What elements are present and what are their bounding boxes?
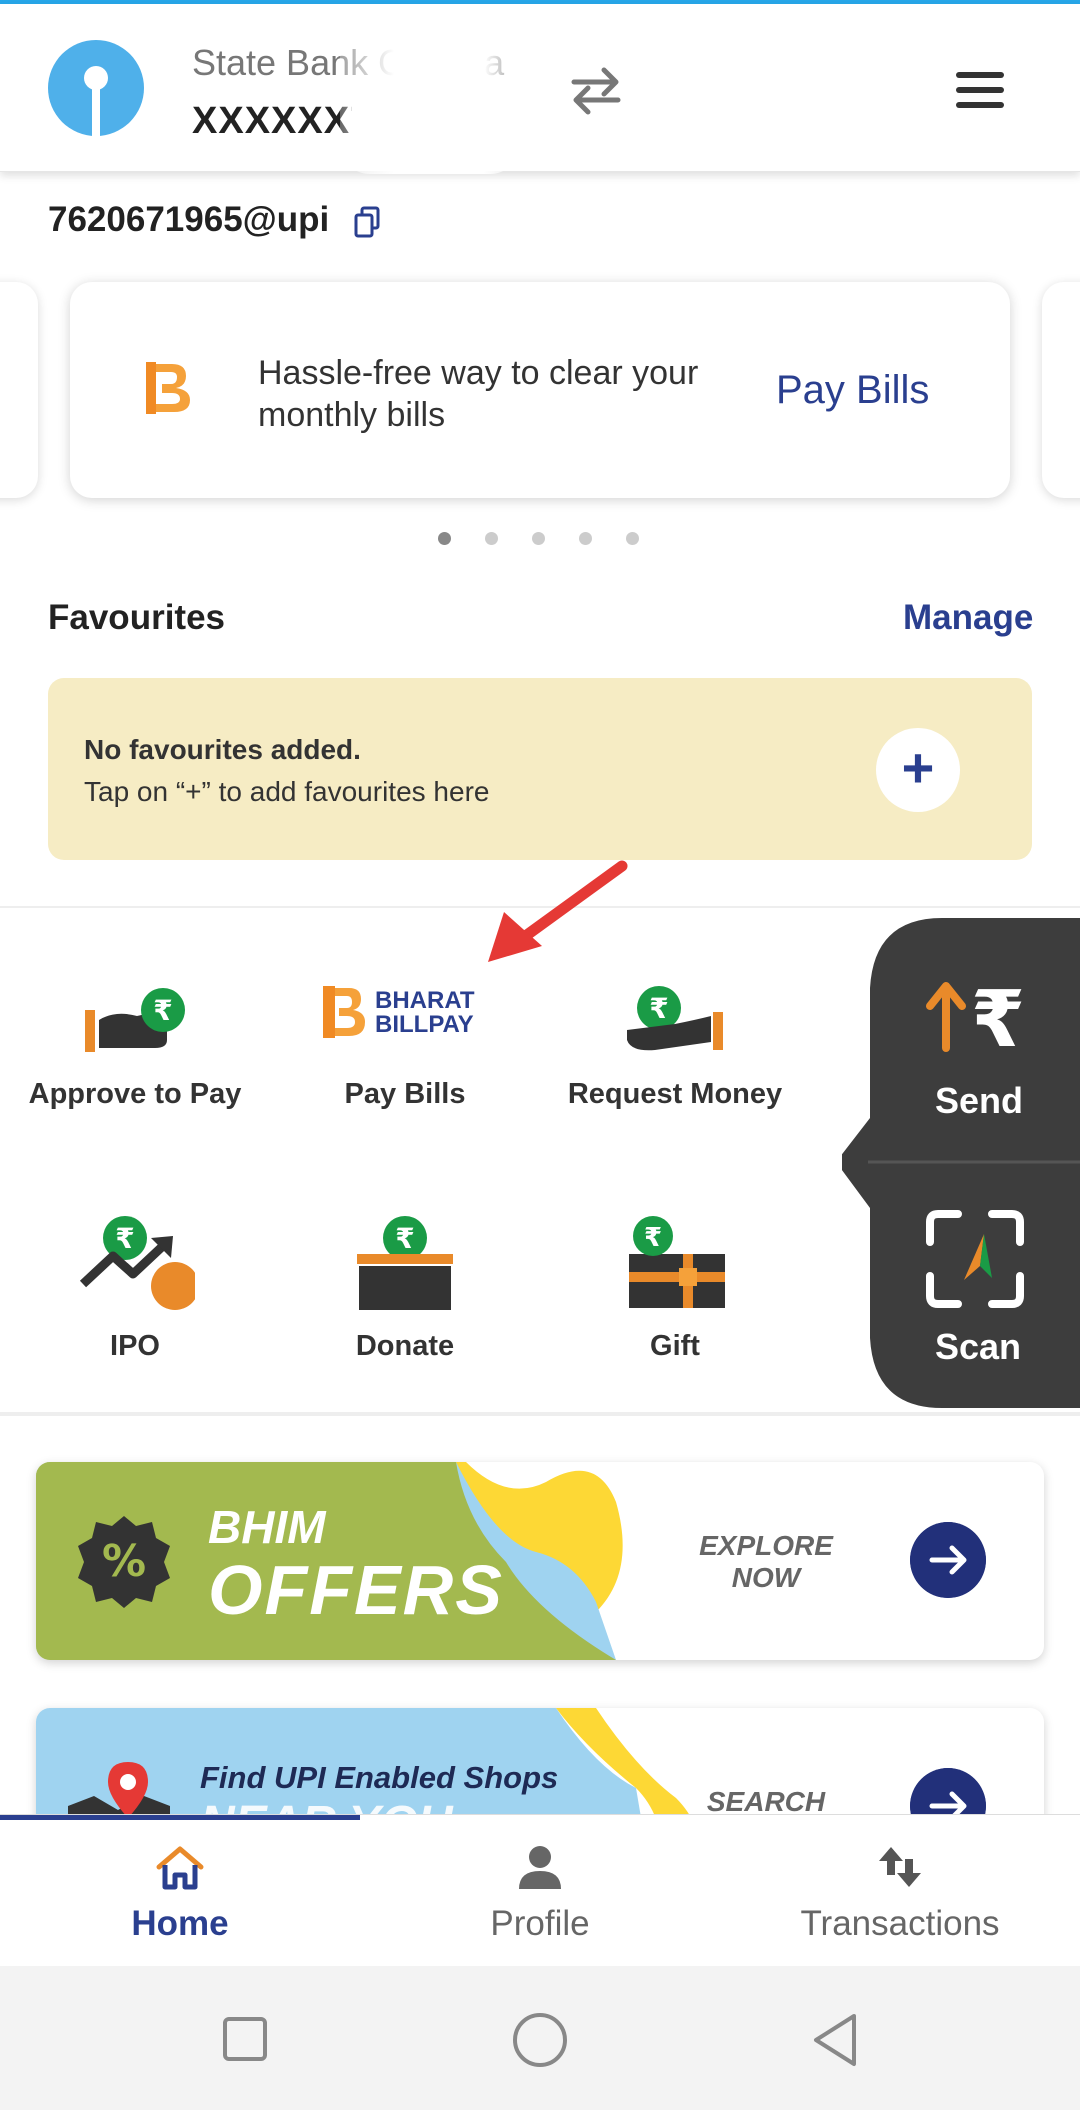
carousel-text: Hassle-free way to clear your monthly bi… [258, 354, 699, 434]
approve-to-pay-icon: ₹ [85, 988, 185, 1052]
pay-bills-link[interactable]: Pay Bills [776, 368, 929, 413]
switch-account-icon[interactable] [566, 62, 626, 118]
find-shops-text: Find UPI Enabled Shops [200, 1760, 559, 1795]
svg-text:₹: ₹ [395, 1222, 414, 1255]
copy-icon[interactable] [354, 206, 380, 238]
gift-icon: ₹ [629, 1216, 725, 1308]
profile-icon [519, 1846, 561, 1889]
account-overlay [340, 34, 520, 174]
approve-to-pay-label: Approve to Pay [28, 1078, 242, 1110]
carousel-dot[interactable] [485, 532, 498, 545]
carousel-card-prev[interactable] [0, 282, 38, 498]
svg-text:₹: ₹ [649, 992, 668, 1025]
carousel-card-next[interactable] [1042, 282, 1080, 498]
upi-id: 7620671965@upi [48, 200, 330, 239]
transactions-icon [879, 1847, 921, 1887]
send-rupee-icon[interactable]: ₹ [918, 976, 1028, 1056]
section-divider [0, 1412, 1080, 1416]
banner-bhim-text: BHIM [208, 1501, 326, 1553]
svg-text:₹: ₹ [644, 1223, 662, 1253]
nav-home-label: Home [131, 1904, 229, 1943]
bharat-billpay-b-icon [146, 362, 190, 414]
carousel-dot[interactable] [626, 532, 639, 545]
ipo-button[interactable]: ₹ IPO [0, 1216, 270, 1363]
carousel-card-pay-bills[interactable]: Hassle-free way to clear your monthly bi… [70, 282, 1010, 498]
bottom-navigation: Home Profile Transactions [0, 1814, 1080, 1966]
system-navigation-bar [0, 1966, 1080, 2110]
arrow-right-icon[interactable] [910, 1522, 986, 1598]
nav-profile[interactable]: Profile [360, 1815, 720, 1967]
favourites-title: Favourites [48, 598, 225, 637]
carousel-dot[interactable] [532, 532, 545, 545]
carousel-dot[interactable] [579, 532, 592, 545]
nav-profile-label: Profile [490, 1904, 590, 1943]
favourites-empty-box: No favourites added. Tap on “+” to add f… [48, 678, 1032, 860]
ipo-icon: ₹ [79, 1216, 199, 1310]
banner-offers-text: OFFERS [208, 1551, 504, 1629]
gift-label: Gift [650, 1330, 700, 1362]
scan-button[interactable]: Scan [935, 1326, 1021, 1368]
favourites-empty-hint: Tap on “+” to add favourites here [84, 776, 490, 807]
nav-transactions[interactable]: Transactions [720, 1815, 1080, 1967]
red-pointer-arrow-icon [488, 860, 628, 962]
account-number[interactable]: XXXXXX7 [192, 100, 352, 143]
donate-icon: ₹ [357, 1216, 453, 1310]
gift-button[interactable]: ₹ Gift [540, 1216, 810, 1363]
bharat-billpay-icon: BHARAT BILLPAY [323, 986, 475, 1038]
add-favourite-button[interactable]: + [876, 728, 960, 812]
explore-now-text: EXPLORE NOW [699, 1530, 833, 1593]
app-screen: State Bank Of India XXXXXX7 7620671965@u… [0, 0, 1080, 2110]
manage-favourites-link[interactable]: Manage [903, 598, 1033, 638]
billpay-line2: BILLPAY [375, 1011, 474, 1038]
sbi-logo [48, 40, 144, 136]
donate-label: Donate [355, 1330, 455, 1362]
svg-text:%: % [102, 1536, 146, 1587]
carousel-dots [438, 532, 639, 546]
billpay-line1: BHARAT [375, 987, 475, 1014]
bhim-offers-banner[interactable]: % BHIM OFFERS EXPLORE NOW [36, 1462, 1044, 1660]
pay-bills-button[interactable]: BHARAT BILLPAY Pay Bills [270, 980, 540, 1111]
donate-button[interactable]: ₹ Donate [270, 1216, 540, 1363]
pay-bills-label: Pay Bills [344, 1078, 466, 1110]
app-header: State Bank Of India XXXXXX7 [0, 4, 1080, 174]
ipo-label: IPO [110, 1330, 160, 1362]
home-circle-icon[interactable] [512, 2012, 568, 2068]
scan-qr-icon[interactable] [924, 1208, 1026, 1310]
nav-transactions-label: Transactions [800, 1904, 1000, 1943]
request-money-label: Request Money [567, 1078, 783, 1110]
discount-badge-icon: % [78, 1516, 170, 1608]
approve-to-pay-button[interactable]: ₹ Approve to Pay [0, 980, 270, 1111]
request-money-button[interactable]: ₹ Request Money [540, 980, 810, 1111]
hamburger-menu-icon[interactable] [956, 72, 1004, 112]
favourites-empty-title: No favourites added. [84, 734, 361, 765]
svg-text:₹: ₹ [153, 994, 172, 1027]
request-money-icon: ₹ [627, 986, 723, 1051]
nav-home[interactable]: Home [0, 1815, 360, 1967]
recent-apps-icon[interactable] [222, 2016, 268, 2062]
svg-text:₹: ₹ [971, 976, 1025, 1056]
svg-text:₹: ₹ [115, 1222, 134, 1255]
back-triangle-icon[interactable] [810, 2012, 860, 2068]
home-icon [156, 1846, 204, 1890]
send-button[interactable]: Send [935, 1080, 1023, 1122]
carousel-dot[interactable] [438, 532, 451, 545]
